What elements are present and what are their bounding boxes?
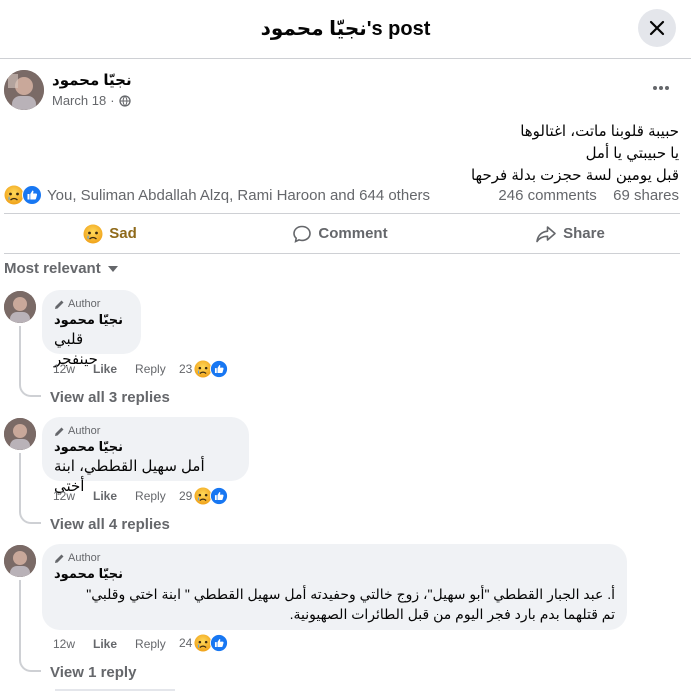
close-icon [649, 20, 665, 36]
share-icon [536, 225, 556, 242]
page-title: نجيّا محمود's post [260, 18, 431, 40]
reactions-summary: You, Suliman Abdallah Alzq, Rami Haroon … [4, 185, 681, 207]
share-button[interactable]: Share [500, 217, 640, 250]
reaction-count: 24 [179, 636, 193, 650]
header-divider [0, 58, 691, 59]
post-text: حبيبة قلوبنا ماتت، اغتالوها يا حبيبتي يا… [471, 121, 679, 187]
divider [4, 253, 680, 254]
post-date[interactable]: March 18 [52, 93, 106, 108]
like-button[interactable]: Like [93, 637, 117, 651]
comments-count[interactable]: 246 comments [498, 187, 596, 204]
reply-button[interactable]: Reply [135, 362, 166, 376]
comment-actions: 12w Like Reply [53, 362, 184, 376]
view-replies-link[interactable]: View 1 reply [50, 664, 136, 681]
sad-reaction-button[interactable]: Sad [40, 217, 180, 250]
comment-reactions[interactable]: 23 [179, 360, 229, 378]
thread-line [19, 656, 41, 672]
like-reaction-icon [210, 634, 229, 652]
like-reaction-icon [210, 487, 229, 505]
post-counts: 246 comments 69 shares [498, 187, 679, 204]
thread-line [19, 508, 41, 524]
like-reaction-icon [210, 360, 229, 378]
comment-author-name[interactable]: نجيّا محمود [54, 439, 237, 455]
author-badge: Author [54, 552, 615, 564]
comment-sort-dropdown[interactable]: Most relevant [4, 260, 119, 277]
post-text-line: حبيبة قلوبنا ماتت، اغتالوها [520, 123, 679, 140]
comment-bubble: Author نجيّا محمود قلبي حينفجر [42, 290, 141, 368]
comment-time[interactable]: 12w [53, 362, 75, 376]
pencil-icon [55, 427, 64, 436]
thread-line [19, 381, 41, 397]
reaction-count: 29 [179, 489, 193, 503]
thread-line [19, 580, 21, 657]
thread-line [19, 326, 21, 382]
comment-actions: 12w Like Reply [53, 637, 184, 651]
share-label: Share [563, 225, 605, 242]
comment-time[interactable]: 12w [53, 489, 75, 503]
comment-author-name[interactable]: نجيّا محمود [54, 312, 129, 328]
sort-label: Most relevant [4, 260, 101, 277]
comment-bubble: Author نجيّا محمود أمل سهيل القططي، ابنة… [42, 417, 249, 495]
comment-icon [293, 225, 312, 243]
pencil-icon [55, 554, 64, 563]
globe-icon [118, 94, 131, 107]
close-button[interactable] [638, 9, 676, 47]
comment-reactions[interactable]: 29 [179, 487, 229, 505]
avatar[interactable] [4, 70, 44, 110]
comment-button[interactable]: Comment [270, 217, 410, 250]
post-author-name[interactable]: نجيّا محمود [52, 71, 132, 89]
sad-reaction-icon [83, 224, 103, 243]
post-text-line: قبل يومين لسة حجزت بدلة فرحها [470, 167, 679, 184]
comment-avatar[interactable] [4, 545, 36, 577]
reply-button[interactable]: Reply [135, 637, 166, 651]
post-meta: March 18 · [52, 93, 131, 108]
comment-avatar[interactable] [4, 291, 36, 323]
caret-down-icon [107, 265, 118, 272]
divider [4, 213, 680, 214]
comment-text: تم قتلهما بدم بارد فجر اليوم من قبل الطا… [289, 606, 615, 622]
comment-text: أ. عبد الجبار القططي "أبو سهيل"، زوج خال… [86, 586, 615, 602]
shares-count[interactable]: 69 shares [613, 187, 679, 204]
author-badge: Author [54, 298, 129, 310]
view-replies-link[interactable]: View all 3 replies [50, 389, 170, 406]
reaction-icons[interactable] [4, 185, 42, 205]
view-replies-link[interactable]: View all 4 replies [50, 516, 170, 533]
comment-label: Comment [318, 225, 388, 242]
like-reaction-icon [22, 185, 42, 205]
comment-author-name[interactable]: نجيّا محمود [54, 566, 615, 582]
more-dots-icon [653, 86, 669, 90]
reactors-text[interactable]: You, Suliman Abdallah Alzq, Rami Haroon … [47, 187, 430, 204]
post-text-line: يا حبيبتي يا أمل [585, 145, 679, 162]
sad-reaction-icon [4, 185, 24, 205]
thread-line [19, 453, 21, 509]
reply-button[interactable]: Reply [135, 489, 166, 503]
comment-time[interactable]: 12w [53, 637, 75, 651]
comment-bubble: Author نجيّا محمود أ. عبد الجبار القططي … [42, 544, 627, 630]
reaction-count: 23 [179, 362, 193, 376]
sad-label: Sad [109, 225, 137, 242]
like-button[interactable]: Like [93, 362, 117, 376]
comment-reactions[interactable]: 24 [179, 634, 229, 652]
author-badge: Author [54, 425, 237, 437]
comment-actions: 12w Like Reply [53, 489, 184, 503]
pencil-icon [55, 300, 64, 309]
comment-avatar[interactable] [4, 418, 36, 450]
more-options-button[interactable] [646, 78, 676, 98]
like-button[interactable]: Like [93, 489, 117, 503]
